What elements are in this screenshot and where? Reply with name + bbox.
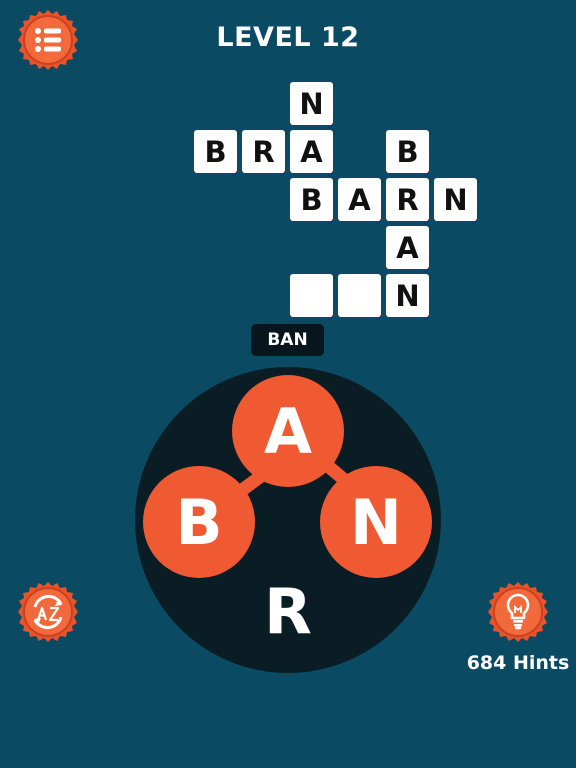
grid-tile: N xyxy=(386,274,429,317)
grid-tile: B xyxy=(194,130,237,173)
grid-tile: B xyxy=(290,178,333,221)
grid-tile-empty xyxy=(290,274,333,317)
hint-button[interactable] xyxy=(486,580,550,644)
lightbulb-icon xyxy=(488,582,548,642)
shuffle-button[interactable] xyxy=(16,580,80,644)
grid-tile: R xyxy=(386,178,429,221)
shuffle-az-icon xyxy=(18,582,78,642)
grid-tile: A xyxy=(290,130,333,173)
menu-button[interactable] xyxy=(16,8,80,72)
grid-tile: A xyxy=(386,226,429,269)
grid-tile: N xyxy=(434,178,477,221)
grid-tile: B xyxy=(386,130,429,173)
level-title: LEVEL 12 xyxy=(216,22,360,53)
wheel-letter-b[interactable]: B xyxy=(143,466,255,578)
grid-tile: R xyxy=(242,130,285,173)
wheel-letter-r[interactable]: R xyxy=(232,555,344,667)
list-icon xyxy=(18,10,78,70)
wheel-letter-n[interactable]: N xyxy=(320,466,432,578)
wheel-letter-a[interactable]: A xyxy=(232,375,344,487)
current-word-preview: BAN xyxy=(251,324,324,356)
grid-tile: A xyxy=(338,178,381,221)
grid-tile-empty xyxy=(338,274,381,317)
grid-tile: N xyxy=(290,82,333,125)
hint-count: 684 Hints xyxy=(466,652,570,674)
